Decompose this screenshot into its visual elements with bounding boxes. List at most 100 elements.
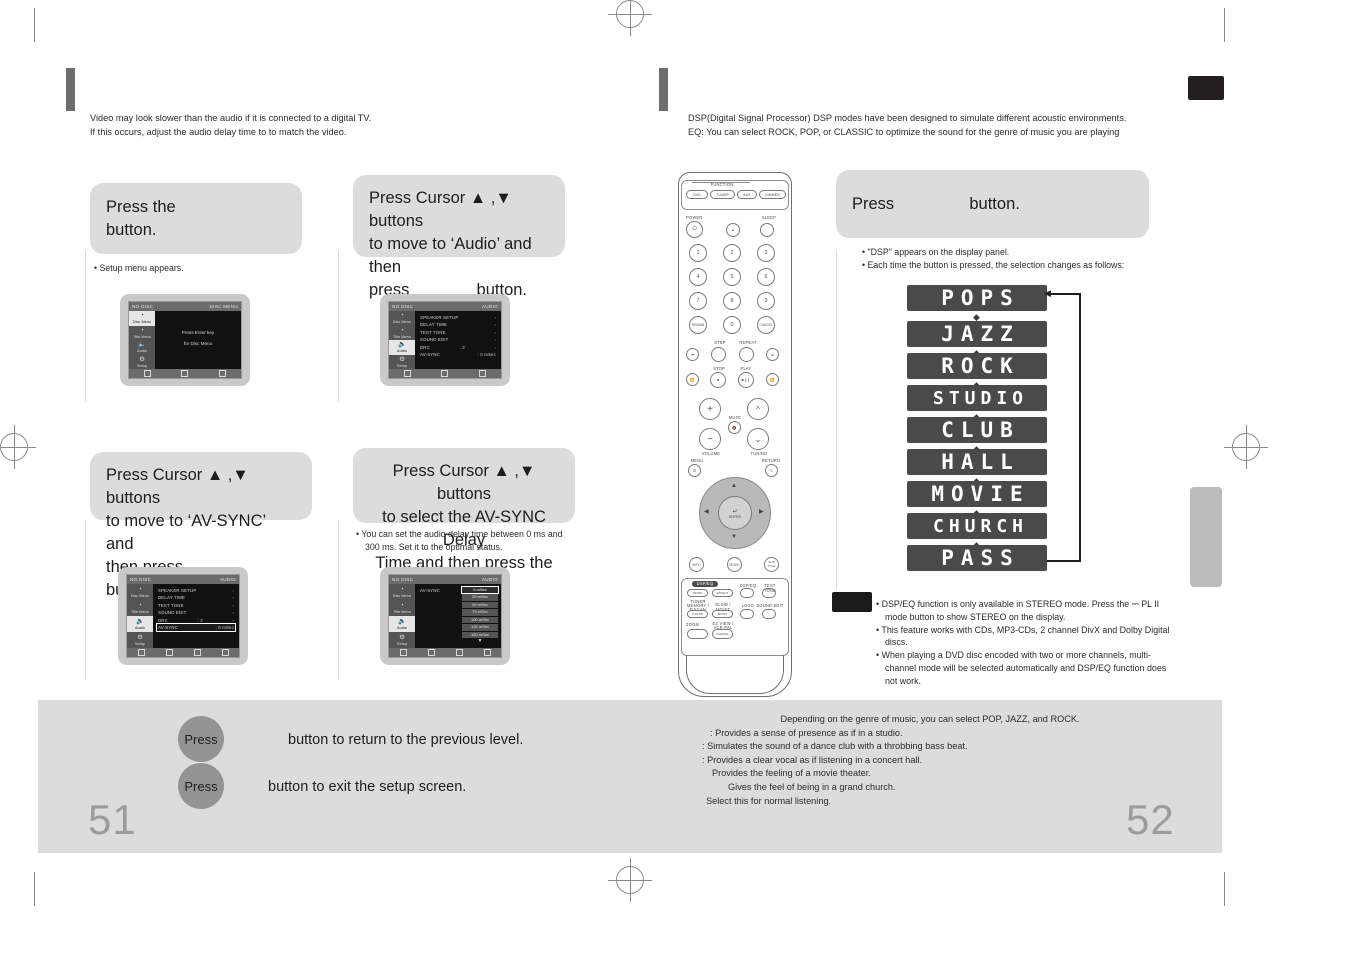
remote-button-tuning-up[interactable]: ^ <box>747 398 769 420</box>
tv3-sidebar-item-audio[interactable]: 🔈 Audio <box>127 616 153 632</box>
remote-button-menu[interactable]: ☰ <box>688 464 701 477</box>
tv2-sidebar-item-setup[interactable]: ⚙ Setup <box>389 355 415 370</box>
tv3-row-5-selected[interactable]: AV-SYNC: 0 mSec <box>156 622 236 633</box>
tv4-sidebar-item-audio[interactable]: 🔈 Audio <box>389 616 415 632</box>
remote-button-return[interactable]: ↻ <box>765 464 778 477</box>
remote-button-9[interactable]: 9 <box>757 292 775 310</box>
tv1-sidebar-item-audio[interactable]: 🔈 Audio <box>129 340 155 355</box>
dpad-up-icon[interactable]: ▲ <box>731 483 737 489</box>
tv2-sidebar-item-audio[interactable]: 🔈 Audio <box>389 340 415 355</box>
remote-pad-button-mode[interactable]: MODE <box>687 589 708 597</box>
remote-power-button[interactable]: ⏻ <box>686 221 703 238</box>
dsp-mode-display-pass: PASS <box>907 545 1047 571</box>
tv3-sidebar-item-setup[interactable]: ⚙ Setup <box>127 632 153 648</box>
tv4-option-4[interactable]: 100 mSec <box>462 616 498 624</box>
remote-button-dvd[interactable]: DVD <box>686 190 708 199</box>
tv4-sidebar-item-disc-menu[interactable]: ◔ Disc Menu <box>389 584 415 600</box>
remote-button-stop[interactable]: ■ <box>710 372 726 388</box>
remote-button-5[interactable]: 5 <box>723 268 741 286</box>
tv4-option-5[interactable]: 125 mSec <box>462 624 498 631</box>
remote-subtitle-label: SUB TITLE <box>767 559 776 568</box>
tv3-row-1[interactable]: DELAY TIME › <box>157 594 235 601</box>
remote-button-mute[interactable]: 🔇 <box>728 421 741 434</box>
tv4-sidebar-item-title-menu[interactable]: ◔ Title Menu <box>389 600 415 616</box>
dsp-mode-display-movie: MOVIE <box>907 481 1047 507</box>
tv3-row-0[interactable]: SPEAKER SETUP › <box>157 587 235 594</box>
remote-pad-button-sound-edit[interactable] <box>762 609 776 619</box>
remote-pad-button-effect[interactable]: EFFECT <box>712 589 733 597</box>
remote-button-subtitle[interactable]: SUB TITLE <box>764 557 779 572</box>
tv4-option-0[interactable]: 0 mSec <box>461 585 499 595</box>
remote-button-volume-up[interactable]: + <box>699 398 721 420</box>
remote-pad-button-zoom[interactable] <box>687 629 708 639</box>
tv4-option-2[interactable]: 50 mSec <box>462 601 498 609</box>
tv2-row-3[interactable]: SOUND EDIT › <box>419 336 497 343</box>
title-menu-icon: ◔ <box>140 326 144 334</box>
tv3-sidebar-item-disc-menu[interactable]: ◔ Disc Menu <box>127 584 153 600</box>
tv2-row-5[interactable]: AV-SYNC: 0 mSec <box>419 351 497 358</box>
remote-button-0[interactable]: 0 <box>723 316 741 334</box>
footer-exit-button[interactable]: Press <box>178 763 224 809</box>
remote-button-8[interactable]: 8 <box>723 292 741 310</box>
tv1-sidebar-item-disc-menu[interactable]: ◔ Disc Menu <box>129 311 155 326</box>
remote-button-remain[interactable]: REMAIN <box>689 316 707 334</box>
remote-pad-button-vcr-pal[interactable]: VCR/PAL <box>712 629 733 639</box>
remote-button-fast-forward[interactable]: ⏩ <box>766 373 779 386</box>
remote-pad-button-dsp-eq[interactable] <box>740 588 754 598</box>
step-1-notes: • Setup menu appears. <box>94 262 294 275</box>
remote-button-4[interactable]: 4 <box>689 268 707 286</box>
remote-button-prev-track[interactable]: ⏮ <box>686 348 699 361</box>
tv3-sidebar-item-title-menu[interactable]: ◔ Title Menu <box>127 600 153 616</box>
remote-button-step[interactable] <box>711 347 726 362</box>
tv3-row-2[interactable]: TEST TONE › <box>157 602 235 609</box>
remote-eject-button[interactable]: ▲ <box>726 223 740 237</box>
remote-button-dimmer[interactable]: DIMMER <box>759 190 786 199</box>
remote-pad-button-logo[interactable] <box>740 609 754 619</box>
remote-button-1[interactable]: 1 <box>689 244 707 262</box>
tv1-sidebar-label-3: Setup <box>136 362 148 368</box>
remote-button-next-track[interactable]: ⏭ <box>766 348 779 361</box>
remote-button-aux[interactable]: AUX <box>737 190 757 199</box>
remote-button-tuning-down[interactable]: ⌄ <box>747 428 769 450</box>
remote-button-cancel[interactable]: CANCEL <box>757 316 775 334</box>
remote-button-info[interactable]: INFO <box>689 557 704 572</box>
dpad-down-icon[interactable]: ▼ <box>731 534 737 540</box>
tv1-bottom-icon-2 <box>181 370 189 377</box>
remote-button-tuner[interactable]: TUNER <box>710 190 735 199</box>
remote-sleep-button[interactable] <box>760 223 774 237</box>
remote-button-rewind[interactable]: ⏪ <box>686 373 699 386</box>
remote-button-2[interactable]: 2 <box>723 244 741 262</box>
tv3-row-4[interactable]: DRC: 3 › <box>157 617 235 624</box>
tv4-option-6[interactable]: 150 mSec <box>462 631 498 639</box>
tv2-sidebar-item-disc-menu[interactable]: ◔ Disc Menu <box>389 311 415 326</box>
dpad-right-icon[interactable]: ▶ <box>759 509 764 515</box>
tv3-row-3[interactable]: SOUND EDIT › <box>157 609 235 616</box>
tv4-option-3[interactable]: 75 mSec <box>462 609 498 616</box>
tv1-sidebar-item-title-menu[interactable]: ◔ Title Menu <box>129 326 155 341</box>
tv2-sidebar-item-title-menu[interactable]: ◔ Title Menu <box>389 326 415 341</box>
stop-icon: ■ <box>716 378 720 382</box>
tv2-sidebar-label-0: Disc Menu <box>392 319 412 325</box>
remote-button-enter[interactable]: ↵ ENTER <box>718 496 752 530</box>
tv2-row-1[interactable]: DELAY TIME › <box>419 321 497 328</box>
footer-return-button[interactable]: Press <box>178 716 224 762</box>
tv3-bottom-icon-2 <box>165 649 173 656</box>
remote-pad-button-p-scan[interactable]: P.SCAN <box>687 610 708 618</box>
remote-button-repeat[interactable] <box>739 347 754 362</box>
tv2-row-2[interactable]: TEST TONE › <box>419 329 497 336</box>
tv2-row-4[interactable]: DRC: 3 › <box>419 344 497 351</box>
tv4-sidebar-item-setup[interactable]: ⚙ Setup <box>389 632 415 648</box>
remote-button-7[interactable]: 7 <box>689 292 707 310</box>
remote-pad-button-mo-st[interactable]: MO/ST <box>712 610 733 618</box>
remote-button-mode[interactable]: MODE <box>727 557 742 572</box>
dpad-left-icon[interactable]: ◀ <box>704 509 709 515</box>
tv4-option-1[interactable]: 25 mSec <box>462 594 498 601</box>
section-tab-gray <box>1190 487 1222 587</box>
remote-button-play-pause[interactable]: ▶❙❙ <box>738 372 754 388</box>
remote-button-3[interactable]: 3 <box>757 244 775 262</box>
tv2-row-0[interactable]: SPEAKER SETUP › <box>419 314 497 321</box>
step-4-note-1: • You can set the audio delay time betwe… <box>356 529 563 552</box>
tv1-sidebar-item-setup[interactable]: ⚙ Setup <box>129 355 155 370</box>
remote-button-volume-down[interactable]: − <box>699 428 721 450</box>
remote-button-6[interactable]: 6 <box>757 268 775 286</box>
